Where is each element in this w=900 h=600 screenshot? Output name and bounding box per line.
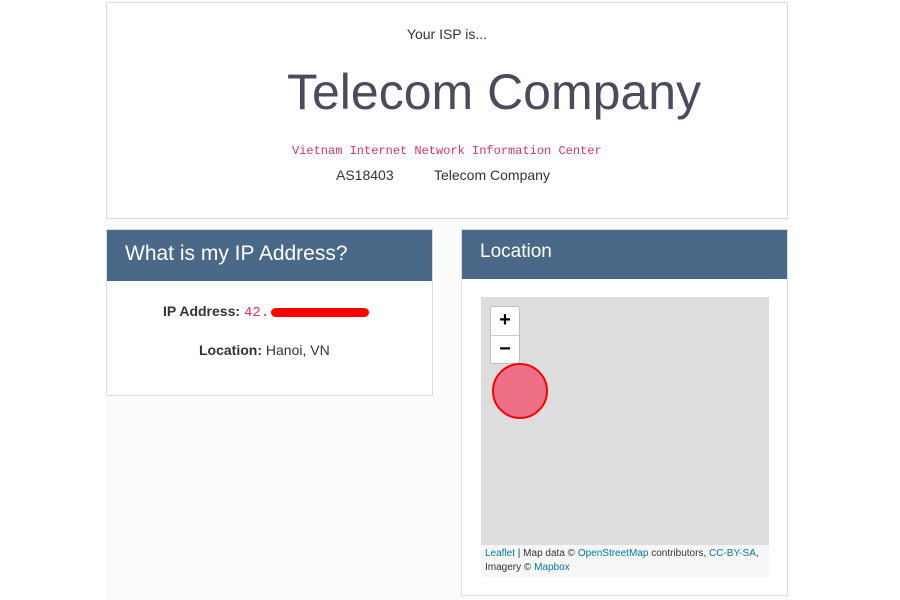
isp-organization: Vietnam Internet Network Information Cen… [292, 144, 602, 158]
zoom-out-button[interactable]: − [491, 335, 519, 363]
redaction-mark [271, 307, 370, 317]
openstreetmap-link[interactable]: OpenStreetMap [578, 548, 649, 559]
location-card-title: Location [462, 230, 787, 279]
location-value: Hanoi, VN [265, 342, 330, 358]
ip-card-title: What is my IP Address? [107, 230, 432, 281]
leaflet-link[interactable]: Leaflet [485, 548, 515, 559]
location-row: Location: Hanoi, VN [199, 342, 330, 358]
isp-asn: AS18403 [336, 167, 394, 183]
location-card: Location + − Leaflet | Map data © OpenSt… [461, 229, 788, 596]
isp-asn-name: Telecom Company [434, 167, 550, 183]
attribution-contributors-text: contributors, [648, 548, 710, 559]
mapbox-link[interactable]: Mapbox [534, 562, 570, 573]
ip-address-label: IP Address: [163, 303, 241, 319]
ip-address-value: 42. [244, 305, 270, 321]
isp-lead-text: Your ISP is... [406, 26, 488, 42]
ip-address-row: IP Address: 42. [163, 303, 370, 321]
zoom-control: + − [490, 306, 520, 364]
attribution-map-data-text: | Map data © [515, 548, 578, 559]
ip-address-card: What is my IP Address? IP Address: 42. Lo… [106, 229, 433, 396]
cc-by-sa-link[interactable]: CC-BY-SA [709, 548, 756, 559]
location-label: Location: [199, 342, 262, 358]
location-marker-circle[interactable] [492, 363, 548, 419]
isp-name-heading: Telecom Company [287, 64, 702, 120]
zoom-in-button[interactable]: + [491, 307, 519, 335]
map-attribution: Leaflet | Map data © OpenStreetMap contr… [481, 545, 769, 577]
map-view[interactable]: + − Leaflet | Map data © OpenStreetMap c… [481, 297, 769, 577]
isp-card: Your ISP is... Telecom Company Vietnam I… [106, 2, 788, 219]
